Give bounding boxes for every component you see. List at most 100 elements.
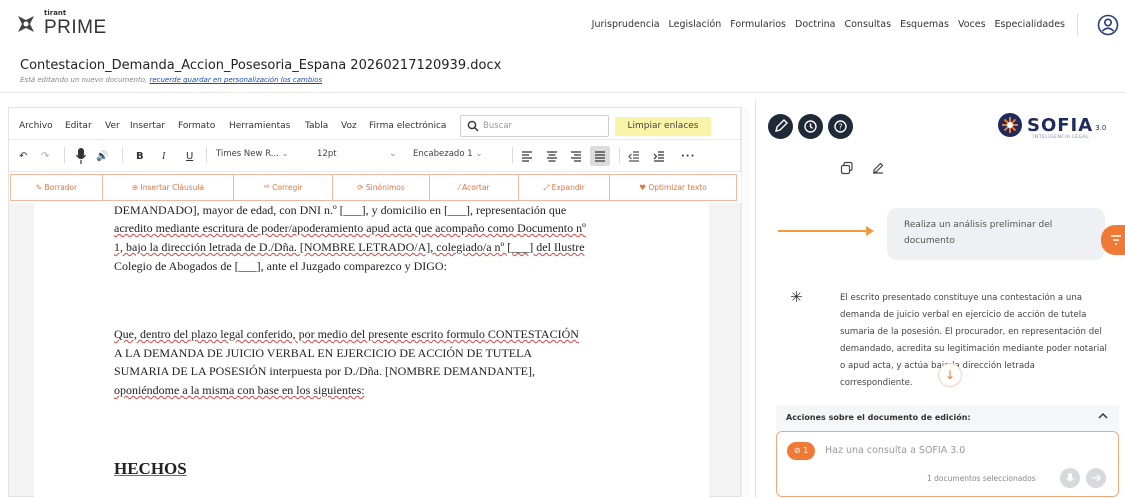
notice-text: Está editando un nuevo documento, — [20, 76, 148, 84]
notice-link[interactable]: recuerde guardar en personalización los … — [149, 76, 322, 84]
voice-input-button[interactable] — [1060, 468, 1080, 488]
nav-jurisprudencia[interactable]: Jurisprudencia — [592, 19, 660, 30]
document-filename: Contestacion_Demanda_Accion_Posesoria_Es… — [20, 58, 502, 73]
action-borrador[interactable]: ✎ Borrador — [10, 174, 103, 201]
italic-icon[interactable]: I — [162, 147, 165, 165]
doc-line: 1, bajo la dirección letrada de D./Dña. … — [114, 240, 585, 254]
logo-icon — [18, 15, 34, 32]
menu-ver[interactable]: Ver — [105, 121, 120, 131]
chevron-up-icon[interactable] — [1097, 410, 1109, 422]
action-insertar-clausula[interactable]: ⊕ Insertar Cláusula — [102, 174, 234, 201]
menu-archivo[interactable]: Archivo — [19, 121, 53, 131]
document-actions-header[interactable]: Acciones sobre el documento de edición: — [776, 405, 1119, 431]
nav-consultas[interactable]: Consultas — [844, 19, 891, 30]
heading-select[interactable]: Encabezado 1 ⌄ — [413, 149, 482, 159]
outdent-icon[interactable] — [628, 147, 640, 165]
toolbar-separator — [122, 147, 123, 163]
doc-line: Que, dentro del plazo legal conferido, p… — [114, 327, 579, 341]
top-bar: tirant PRIME Jurisprudencia Legislación … — [0, 0, 1125, 52]
document-notice: Está editando un nuevo documento, recuer… — [20, 76, 322, 84]
sofia-panel: ? SOFIA 3.0 INTELIGENCIA LEGAL Realiza u… — [755, 100, 1125, 497]
align-justify-icon — [595, 151, 605, 162]
doc-line: acredito mediante escritura de poder/apo… — [114, 221, 586, 235]
sofia-help-button[interactable]: ? — [828, 114, 853, 139]
query-placeholder[interactable]: Haz una consulta a SOFIA 3.0 — [825, 445, 965, 456]
editor-toolbar: ↶ ↷ 🔊 B I U Times New R... ⌄ 12pt ⌄ Enca… — [9, 140, 740, 172]
top-nav: Jurisprudencia Legislación Formularios D… — [583, 19, 1065, 30]
editor-search-box[interactable]: Buscar — [460, 115, 609, 137]
align-left-icon[interactable] — [521, 147, 533, 165]
underline-icon[interactable]: U — [186, 147, 193, 165]
edit-icon — [775, 119, 788, 132]
sofia-tagline: INTELIGENCIA LEGAL — [1033, 135, 1090, 140]
font-family-select[interactable]: Times New R... ⌄ — [216, 149, 289, 159]
scroll-down-arrow-icon[interactable]: ↓ — [938, 363, 962, 387]
nav-voces[interactable]: Voces — [958, 19, 986, 30]
sofia-query-box[interactable]: ⊘ 1 Haz una consulta a SOFIA 3.0 1 docum… — [776, 431, 1119, 497]
menu-firma-electronica[interactable]: Firma electrónica — [369, 121, 446, 131]
nav-divider — [1077, 14, 1078, 36]
clear-links-button[interactable]: Limpiar enlaces — [615, 117, 711, 136]
editor-menubar: Archivo Editar Ver Insertar Formato Herr… — [9, 108, 740, 140]
nav-especialidades[interactable]: Especialidades — [995, 19, 1065, 30]
action-sinonimos[interactable]: ⟳ Sinónimos — [332, 174, 430, 201]
sofia-name: SOFIA — [1027, 114, 1094, 136]
action-acortar[interactable]: ⁄ Acortar — [429, 174, 519, 201]
microphone-icon — [1066, 473, 1074, 481]
menu-insertar[interactable]: Insertar — [130, 121, 165, 131]
document-actions-label: Acciones sobre el documento de edición: — [786, 413, 971, 422]
sofia-side-tab[interactable] — [1101, 225, 1125, 255]
menu-tabla[interactable]: Tabla — [305, 121, 328, 131]
microphone-icon[interactable] — [75, 147, 87, 165]
nav-formularios[interactable]: Formularios — [730, 19, 786, 30]
more-options-icon[interactable]: ··· — [681, 147, 695, 165]
help-icon: ? — [834, 120, 847, 133]
redo-icon[interactable]: ↷ — [41, 147, 49, 165]
logo-small-text: tirant — [44, 9, 67, 17]
document-page[interactable]: DEMANDADO], mayor de edad, con DNI n.º [… — [34, 203, 709, 498]
user-profile-icon[interactable] — [1097, 14, 1119, 36]
toolbar-separator — [64, 147, 65, 163]
doc-line: Colegio de Abogados de [___], ante el Ju… — [114, 259, 447, 273]
sofia-edit-button[interactable] — [768, 114, 793, 139]
doc-line: A LA DEMANDA DE JUICIO VERBAL EN EJERCIC… — [114, 346, 533, 360]
bold-icon[interactable]: B — [136, 147, 144, 165]
nav-legislacion[interactable]: Legislación — [669, 19, 722, 30]
menu-herramientas[interactable]: Herramientas — [229, 121, 290, 131]
send-button[interactable] — [1086, 468, 1106, 488]
attachment-badge[interactable]: ⊘ 1 — [787, 442, 815, 460]
edit-note-icon[interactable] — [871, 161, 885, 175]
nav-doctrina[interactable]: Doctrina — [795, 19, 835, 30]
menu-formato[interactable]: Formato — [178, 121, 215, 131]
user-message-bubble: Realiza un análisis preliminar del docum… — [887, 208, 1105, 260]
undo-icon[interactable]: ↶ — [19, 147, 27, 165]
align-justify-button[interactable] — [590, 146, 610, 166]
sofia-history-button[interactable] — [798, 114, 823, 139]
action-expandir[interactable]: ⤢ Expandir — [518, 174, 610, 201]
align-center-icon[interactable] — [546, 147, 558, 165]
send-icon — [1092, 474, 1101, 482]
logo-big-text: PRIME — [44, 17, 107, 38]
filter-icon — [1111, 235, 1121, 245]
tirant-prime-logo[interactable]: tirant PRIME — [14, 10, 107, 37]
speaker-icon[interactable]: 🔊 — [96, 147, 108, 165]
indent-icon[interactable] — [653, 147, 665, 165]
document-editor: Archivo Editar Ver Insertar Formato Herr… — [8, 107, 742, 498]
menu-editar[interactable]: Editar — [65, 121, 92, 131]
arrow-pointer — [778, 230, 870, 232]
font-size-select[interactable]: 12pt ⌄ — [317, 149, 396, 159]
align-right-icon[interactable] — [570, 147, 582, 165]
nav-esquemas[interactable]: Esquemas — [900, 19, 949, 30]
action-optimizar-texto[interactable]: ♥ Optimizar texto — [609, 174, 737, 201]
copy-icon[interactable] — [840, 161, 854, 175]
menu-voz[interactable]: Voz — [341, 121, 357, 131]
doc-line: oponiéndome a la misma con base en los s… — [114, 383, 365, 397]
svg-text:?: ? — [838, 123, 842, 132]
editor-scrollbar[interactable] — [741, 107, 749, 497]
ai-action-bar: ✎ Borrador ⊕ Insertar Cláusula ᵃᵇ Correg… — [9, 172, 742, 203]
doc-line: DEMANDADO], mayor de edad, con DNI n.º [… — [114, 203, 567, 217]
sofia-version: 3.0 — [1095, 124, 1107, 132]
toolbar-separator — [206, 147, 207, 163]
action-corregir[interactable]: ᵃᵇ Corregir — [233, 174, 333, 201]
toolbar-separator — [619, 147, 620, 163]
